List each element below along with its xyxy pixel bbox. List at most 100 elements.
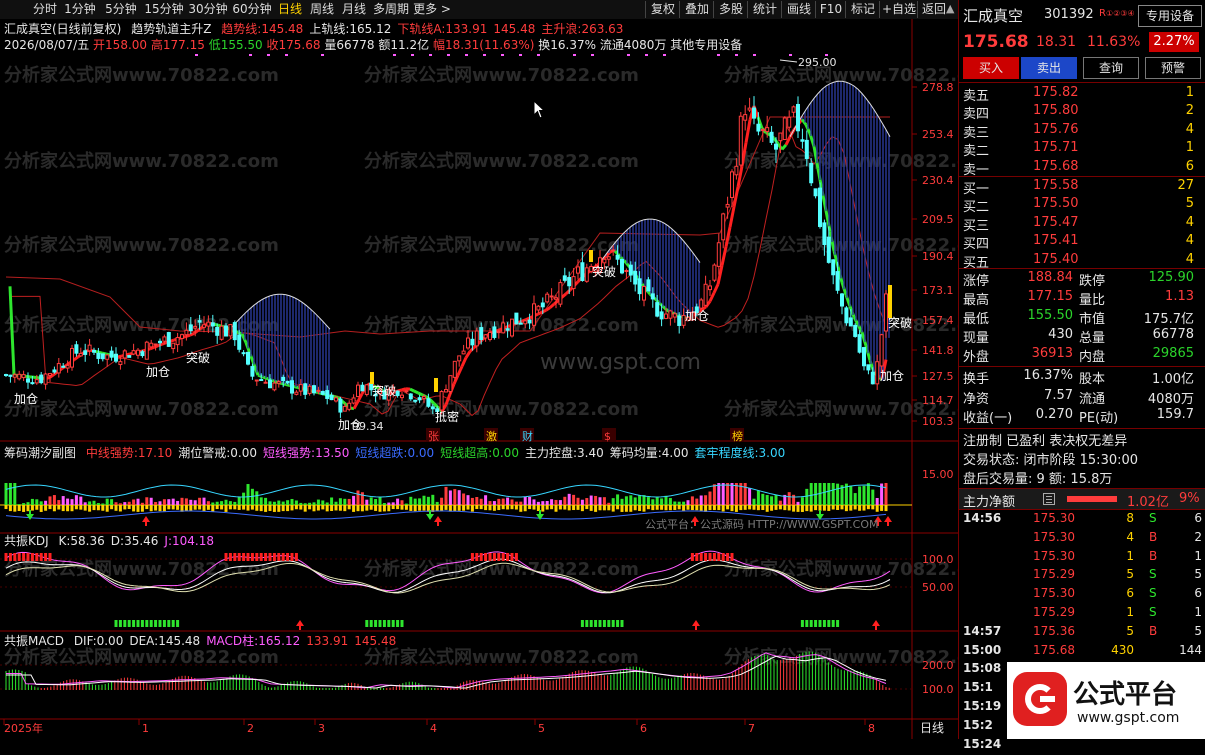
sub1-under-bar <box>717 505 720 510</box>
stat2-row-0: 换手16.37%股本1.00亿 <box>959 368 1205 386</box>
candle-body <box>854 325 857 336</box>
sub3-title[interactable]: 共振MACD <box>4 634 64 648</box>
category-button[interactable]: 专用设备 <box>1138 5 1202 27</box>
candle-body <box>832 260 835 275</box>
asks-row-0[interactable]: 卖五175.821 <box>959 85 1205 103</box>
sub1-bar <box>304 503 307 505</box>
period-tab-7[interactable]: 周线 <box>306 1 338 18</box>
sub1-under-bar <box>660 505 663 510</box>
time-tick-7: 7 <box>748 722 755 735</box>
period-tab-6[interactable]: 日线 <box>274 1 306 18</box>
sub2-title[interactable]: 共振KDJ <box>4 534 49 548</box>
sub1-bar <box>788 492 791 505</box>
sub1-bar <box>805 489 808 505</box>
tool-button-1[interactable]: 叠加 <box>679 1 714 18</box>
sub1-bar <box>797 502 800 505</box>
tool-button-0[interactable]: 复权 <box>645 1 680 18</box>
tool-button-7[interactable]: +自选 <box>879 1 918 18</box>
chart-area[interactable]: 分析家公式网www.70822.com分析家公式网www.70822.com分析… <box>0 19 958 739</box>
trade-button-1[interactable]: 卖出 <box>1021 57 1077 79</box>
sub3vals-item-0: DIF:0.00 <box>74 634 124 648</box>
sub1-bar <box>484 495 487 505</box>
candle-body <box>264 382 267 383</box>
sub1-bar <box>128 502 131 505</box>
sub1-under-bar <box>541 505 544 512</box>
sub1-bar <box>563 497 566 505</box>
price-tick-4: 190.4 <box>922 250 954 263</box>
sub1-bar <box>458 490 461 505</box>
sub1-under-bar <box>31 505 34 511</box>
candle-body <box>418 398 421 400</box>
candle-body <box>471 339 474 345</box>
sub1-bar <box>132 499 135 505</box>
sub1-bar <box>365 500 368 505</box>
asks-row-1[interactable]: 卖四175.802 <box>959 103 1205 121</box>
period-tab-3[interactable]: 15分钟 <box>142 1 186 18</box>
bids-row-1[interactable]: 买二175.505 <box>959 196 1205 214</box>
time-tick-1: 1 <box>142 722 149 735</box>
sub1vals-item-5: 主力控盘:3.40 <box>525 446 604 460</box>
period-tab-4[interactable]: 30分钟 <box>186 1 230 18</box>
period-tab-8[interactable]: 月线 <box>338 1 370 18</box>
period-tab-2[interactable]: 5分钟 <box>100 1 142 18</box>
tool-button-2[interactable]: 多股 <box>713 1 748 18</box>
sub1-under-bar <box>445 505 448 510</box>
sub1-bar <box>700 495 703 505</box>
sub1-under-bar <box>176 505 179 510</box>
sub1-under-bar <box>744 505 747 510</box>
candle-body <box>735 166 738 174</box>
toolbar-close-icon[interactable]: ▲ <box>946 2 956 16</box>
bids-row-4[interactable]: 买五175.404 <box>959 252 1205 270</box>
sub1-bar <box>550 499 553 505</box>
candle-body <box>365 385 368 395</box>
bids-row-2[interactable]: 买三175.474 <box>959 215 1205 233</box>
sub1-under-bar <box>79 505 82 510</box>
period-tab-9[interactable]: 多周期 <box>370 1 412 18</box>
candle-body <box>458 356 461 361</box>
kdj-top-mark <box>44 553 47 561</box>
sub1-title[interactable]: 筹码潮汐副图 <box>4 446 76 460</box>
last-price: 175.68 <box>963 32 1029 52</box>
sub1-under-bar <box>766 505 769 512</box>
period-tab-1[interactable]: 1分钟 <box>60 1 100 18</box>
candle-body <box>291 381 294 393</box>
period-tab-0[interactable]: 分时 <box>30 1 60 18</box>
bids-row-3[interactable]: 买四175.414 <box>959 233 1205 251</box>
period-tab-10[interactable]: 更多 > <box>412 1 452 18</box>
candle-body <box>616 255 619 259</box>
asks-row-3[interactable]: 卖二175.711 <box>959 140 1205 158</box>
tool-button-5[interactable]: F10 <box>815 1 846 18</box>
net-flow-row[interactable]: 主力净额 1.02亿 9% <box>959 488 1205 510</box>
sub1-bar <box>66 499 69 505</box>
sub1-under-bar <box>370 505 373 510</box>
trade-button-0[interactable]: 买入 <box>963 57 1019 79</box>
trade-button-2[interactable]: 查询 <box>1083 57 1139 79</box>
candle-body <box>423 397 426 399</box>
sub1-bar <box>49 496 52 505</box>
tool-button-4[interactable]: 画线 <box>781 1 816 18</box>
sub1-under-bar <box>18 505 21 511</box>
candle-body <box>577 267 580 273</box>
asks-row-4[interactable]: 卖一175.686 <box>959 159 1205 177</box>
sub1-under-bar <box>634 505 637 510</box>
candle-body <box>607 257 610 259</box>
kdj-top-mark <box>475 553 478 561</box>
indicator-name[interactable]: 趋势轨道主升Z <box>131 22 211 36</box>
tool-button-3[interactable]: 统计 <box>747 1 782 18</box>
kdj-bottom-mark <box>621 620 624 627</box>
sub1-under-bar <box>207 505 210 510</box>
candle-body <box>753 108 756 118</box>
trade-button-3[interactable]: 预警 <box>1145 57 1201 79</box>
main-chart-header: 汇成真空(日线前复权) 趋势轨道主升Z 趋势线:145.48上轨线:165.12… <box>4 20 623 37</box>
sub1-bar <box>647 497 650 505</box>
sub1-bar <box>203 498 206 505</box>
candle-body <box>612 250 615 251</box>
sub1-under-bar <box>379 505 382 512</box>
bids-row-0[interactable]: 买一175.5827 <box>959 178 1205 196</box>
candle-body <box>665 314 668 318</box>
tool-button-6[interactable]: 标记 <box>845 1 880 18</box>
sub1-under-bar <box>62 505 65 511</box>
period-tab-5[interactable]: 60分钟 <box>230 1 274 18</box>
asks-row-2[interactable]: 卖三175.764 <box>959 122 1205 140</box>
menu-icon[interactable] <box>1043 493 1055 505</box>
